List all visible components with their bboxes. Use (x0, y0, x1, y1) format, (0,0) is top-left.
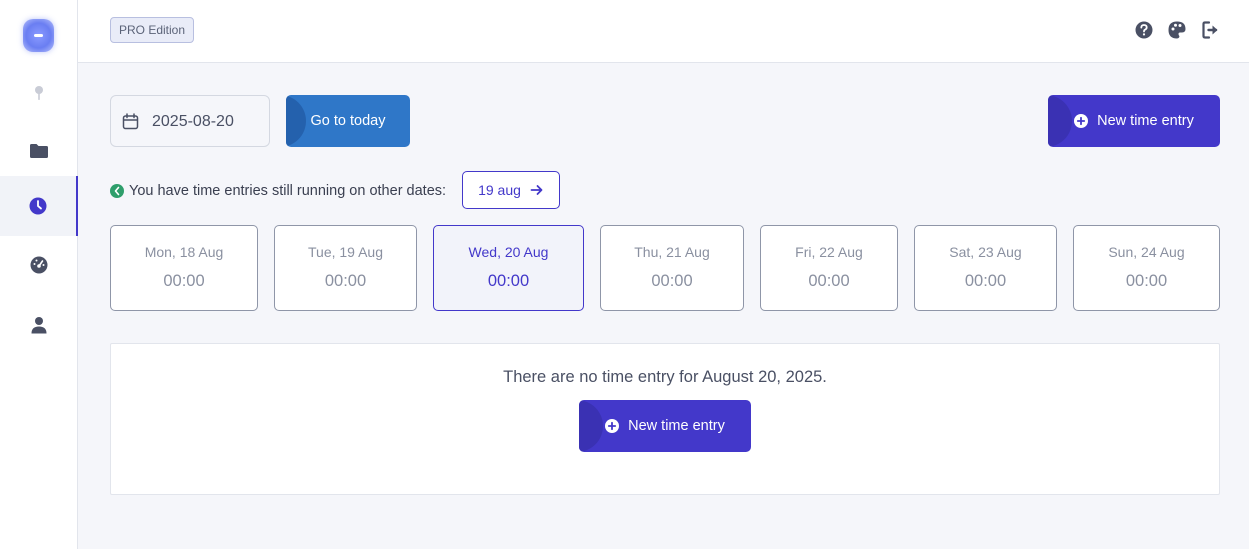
help-icon[interactable] (1134, 20, 1154, 40)
day-total: 00:00 (651, 272, 693, 290)
folder-icon (30, 144, 48, 158)
day-total: 00:00 (163, 272, 205, 290)
running-entries-notice: You have time entries still running on o… (110, 183, 446, 199)
running-entries-text: You have time entries still running on o… (129, 183, 447, 199)
sidebar-item-account[interactable] (0, 295, 78, 355)
day-label: Mon, 18 Aug (144, 244, 224, 260)
day-total: 00:00 (808, 272, 850, 290)
sidebar (0, 0, 78, 549)
pin-icon (35, 86, 43, 100)
app-logo[interactable] (23, 19, 54, 52)
arrow-right-icon (530, 185, 543, 195)
day-total: 00:00 (1125, 272, 1168, 290)
day-card-tuesday[interactable]: Tue, 19 Aug 00:00 (274, 225, 417, 311)
empty-state-new-entry-button[interactable]: New time entry (579, 400, 751, 452)
running-entry-date-label: 19 aug (478, 182, 521, 198)
date-value: 2025-08-20 (152, 113, 234, 130)
go-to-today-label: Go to today (310, 113, 386, 129)
sidebar-item-time-entries[interactable] (0, 176, 78, 236)
day-label: Sun, 24 Aug (1108, 244, 1185, 260)
top-bar: PRO Edition (78, 0, 1249, 63)
day-total: 00:00 (487, 272, 530, 290)
day-card-saturday[interactable]: Sat, 23 Aug 00:00 (914, 225, 1057, 311)
plus-circle-icon (605, 419, 620, 433)
clock-icon (29, 197, 47, 215)
user-icon (31, 317, 47, 334)
new-time-entry-button[interactable]: New time entry (1048, 95, 1220, 147)
pro-edition-badge: PRO Edition (110, 17, 195, 43)
sidebar-item-dashboard[interactable] (0, 235, 78, 295)
day-label: Thu, 21 Aug (634, 244, 710, 260)
day-label: Wed, 20 Aug (468, 244, 549, 260)
new-time-entry-label: New time entry (1097, 113, 1194, 129)
day-card-wednesday[interactable]: Wed, 20 Aug 00:00 (433, 225, 584, 311)
sidebar-item-projects[interactable] (0, 121, 78, 181)
day-label: Fri, 22 Aug (795, 244, 863, 260)
day-card-thursday[interactable]: Thu, 21 Aug 00:00 (600, 225, 744, 311)
day-card-friday[interactable]: Fri, 22 Aug 00:00 (760, 225, 898, 311)
empty-state-message: There are no time entry for August 20, 2… (503, 368, 827, 386)
day-total: 00:00 (324, 272, 367, 290)
running-clock-icon (110, 184, 124, 198)
sidebar-item-pins[interactable] (0, 63, 78, 123)
dashboard-gauge-icon (30, 256, 48, 274)
date-picker-input[interactable]: 2025-08-20 (110, 95, 270, 147)
palette-icon[interactable] (1167, 20, 1187, 40)
day-card-sunday[interactable]: Sun, 24 Aug 00:00 (1073, 225, 1220, 311)
day-card-monday[interactable]: Mon, 18 Aug 00:00 (110, 225, 258, 311)
day-label: Tue, 19 Aug (308, 244, 383, 260)
go-to-today-button[interactable]: Go to today (286, 95, 410, 147)
running-entry-date-link[interactable]: 19 aug (462, 171, 560, 209)
day-label: Sat, 23 Aug (949, 244, 1022, 260)
day-total: 00:00 (964, 272, 1007, 290)
empty-state-new-entry-label: New time entry (628, 418, 725, 434)
plus-circle-icon (1074, 114, 1089, 128)
logout-icon[interactable] (1201, 20, 1221, 40)
calendar-icon (122, 113, 139, 130)
empty-state-panel: There are no time entry for August 20, 2… (110, 343, 1220, 495)
